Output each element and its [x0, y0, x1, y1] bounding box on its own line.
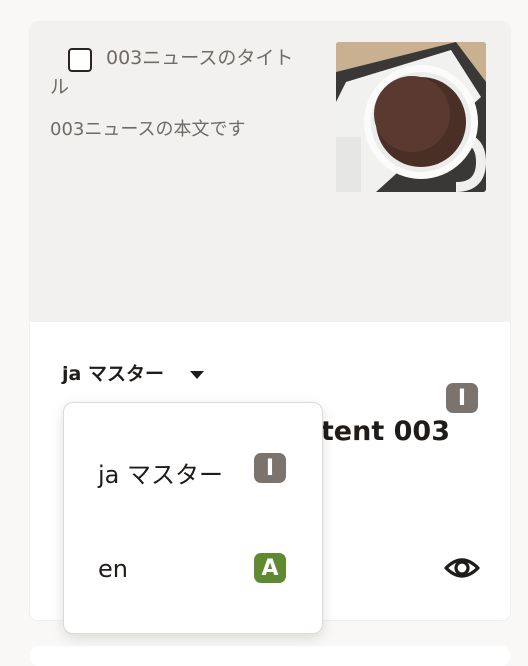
language-select[interactable]: ja マスター [62, 359, 164, 386]
status-badge: A [254, 553, 286, 583]
dropdown-item-label: en [98, 555, 128, 583]
news-title: 003ニュースのタイトル [50, 47, 294, 98]
language-dropdown-menu: ja マスター I en A [63, 402, 323, 634]
card-preview: 003ニュースのタイトル 003ニュースの本文です [30, 22, 510, 322]
status-badge: I [446, 383, 478, 413]
card-footer: ja マスター I [30, 347, 510, 413]
dropdown-item-en[interactable]: en A [64, 529, 322, 609]
eye-icon[interactable] [442, 548, 482, 588]
status-badge: I [254, 453, 286, 483]
dropdown-item-ja[interactable]: ja マスター I [64, 429, 322, 509]
thumbnail-image [336, 42, 486, 192]
news-body: 003ニュースの本文です [50, 119, 246, 140]
chevron-down-icon[interactable] [190, 371, 204, 379]
next-card [30, 646, 510, 666]
dropdown-item-label: ja マスター [98, 461, 224, 489]
